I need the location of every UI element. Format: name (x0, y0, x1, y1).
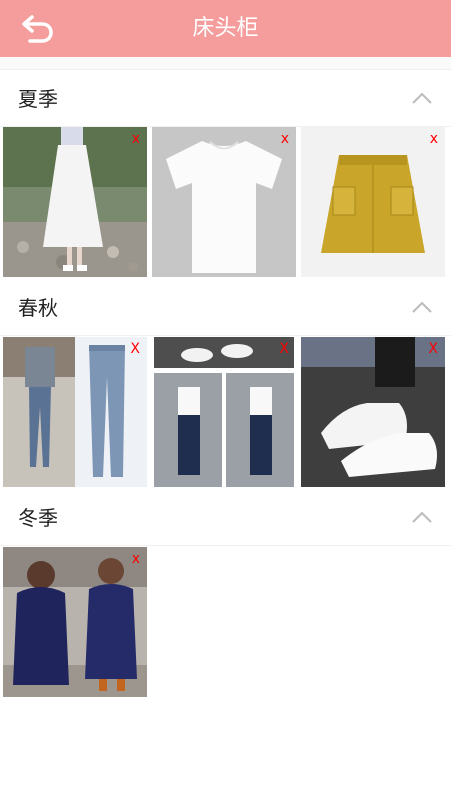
back-arrow-icon (22, 15, 53, 43)
navy-velvet-coat-photo (3, 547, 147, 697)
clothing-item-yellow-skirt[interactable]: x (301, 127, 445, 277)
section-header-summer[interactable]: 夏季 (0, 71, 451, 127)
delete-button[interactable]: X (428, 341, 438, 357)
clothing-item-jeans[interactable]: X (3, 337, 147, 487)
delete-button[interactable]: x (132, 551, 140, 567)
white-tulle-skirt-photo (3, 127, 147, 277)
clothing-item-sneakers[interactable]: X (301, 337, 445, 487)
app-header: 床头柜 (0, 0, 451, 57)
white-sneakers-photo (301, 337, 445, 487)
back-button[interactable] (18, 11, 58, 47)
section-title: 夏季 (18, 87, 58, 111)
chevron-up-icon[interactable] (411, 91, 433, 105)
delete-button[interactable]: X (279, 341, 289, 357)
section-title: 冬季 (18, 506, 58, 530)
delete-button[interactable]: x (430, 131, 438, 147)
blue-jeans-photo (3, 337, 147, 487)
section-header-spring-autumn[interactable]: 春秋 (0, 280, 451, 336)
page-title: 床头柜 (192, 16, 259, 41)
white-tshirt-photo (152, 127, 296, 277)
clothing-item-winter-coat[interactable]: x (3, 547, 147, 697)
yellow-corduroy-skirt-photo (301, 127, 445, 277)
track-pants-photo (152, 337, 296, 487)
delete-button[interactable]: x (281, 131, 289, 147)
chevron-up-icon[interactable] (411, 300, 433, 314)
header-gap (0, 57, 451, 70)
delete-button[interactable]: X (130, 341, 140, 357)
clothing-item-white-tshirt[interactable]: x (152, 127, 296, 277)
clothing-item-white-skirt[interactable]: x (3, 127, 147, 277)
section-header-winter[interactable]: 冬季 (0, 490, 451, 546)
delete-button[interactable]: x (132, 131, 140, 147)
chevron-up-icon[interactable] (411, 510, 433, 524)
clothing-item-track-pants[interactable]: X (152, 337, 296, 487)
section-title: 春秋 (18, 296, 58, 320)
